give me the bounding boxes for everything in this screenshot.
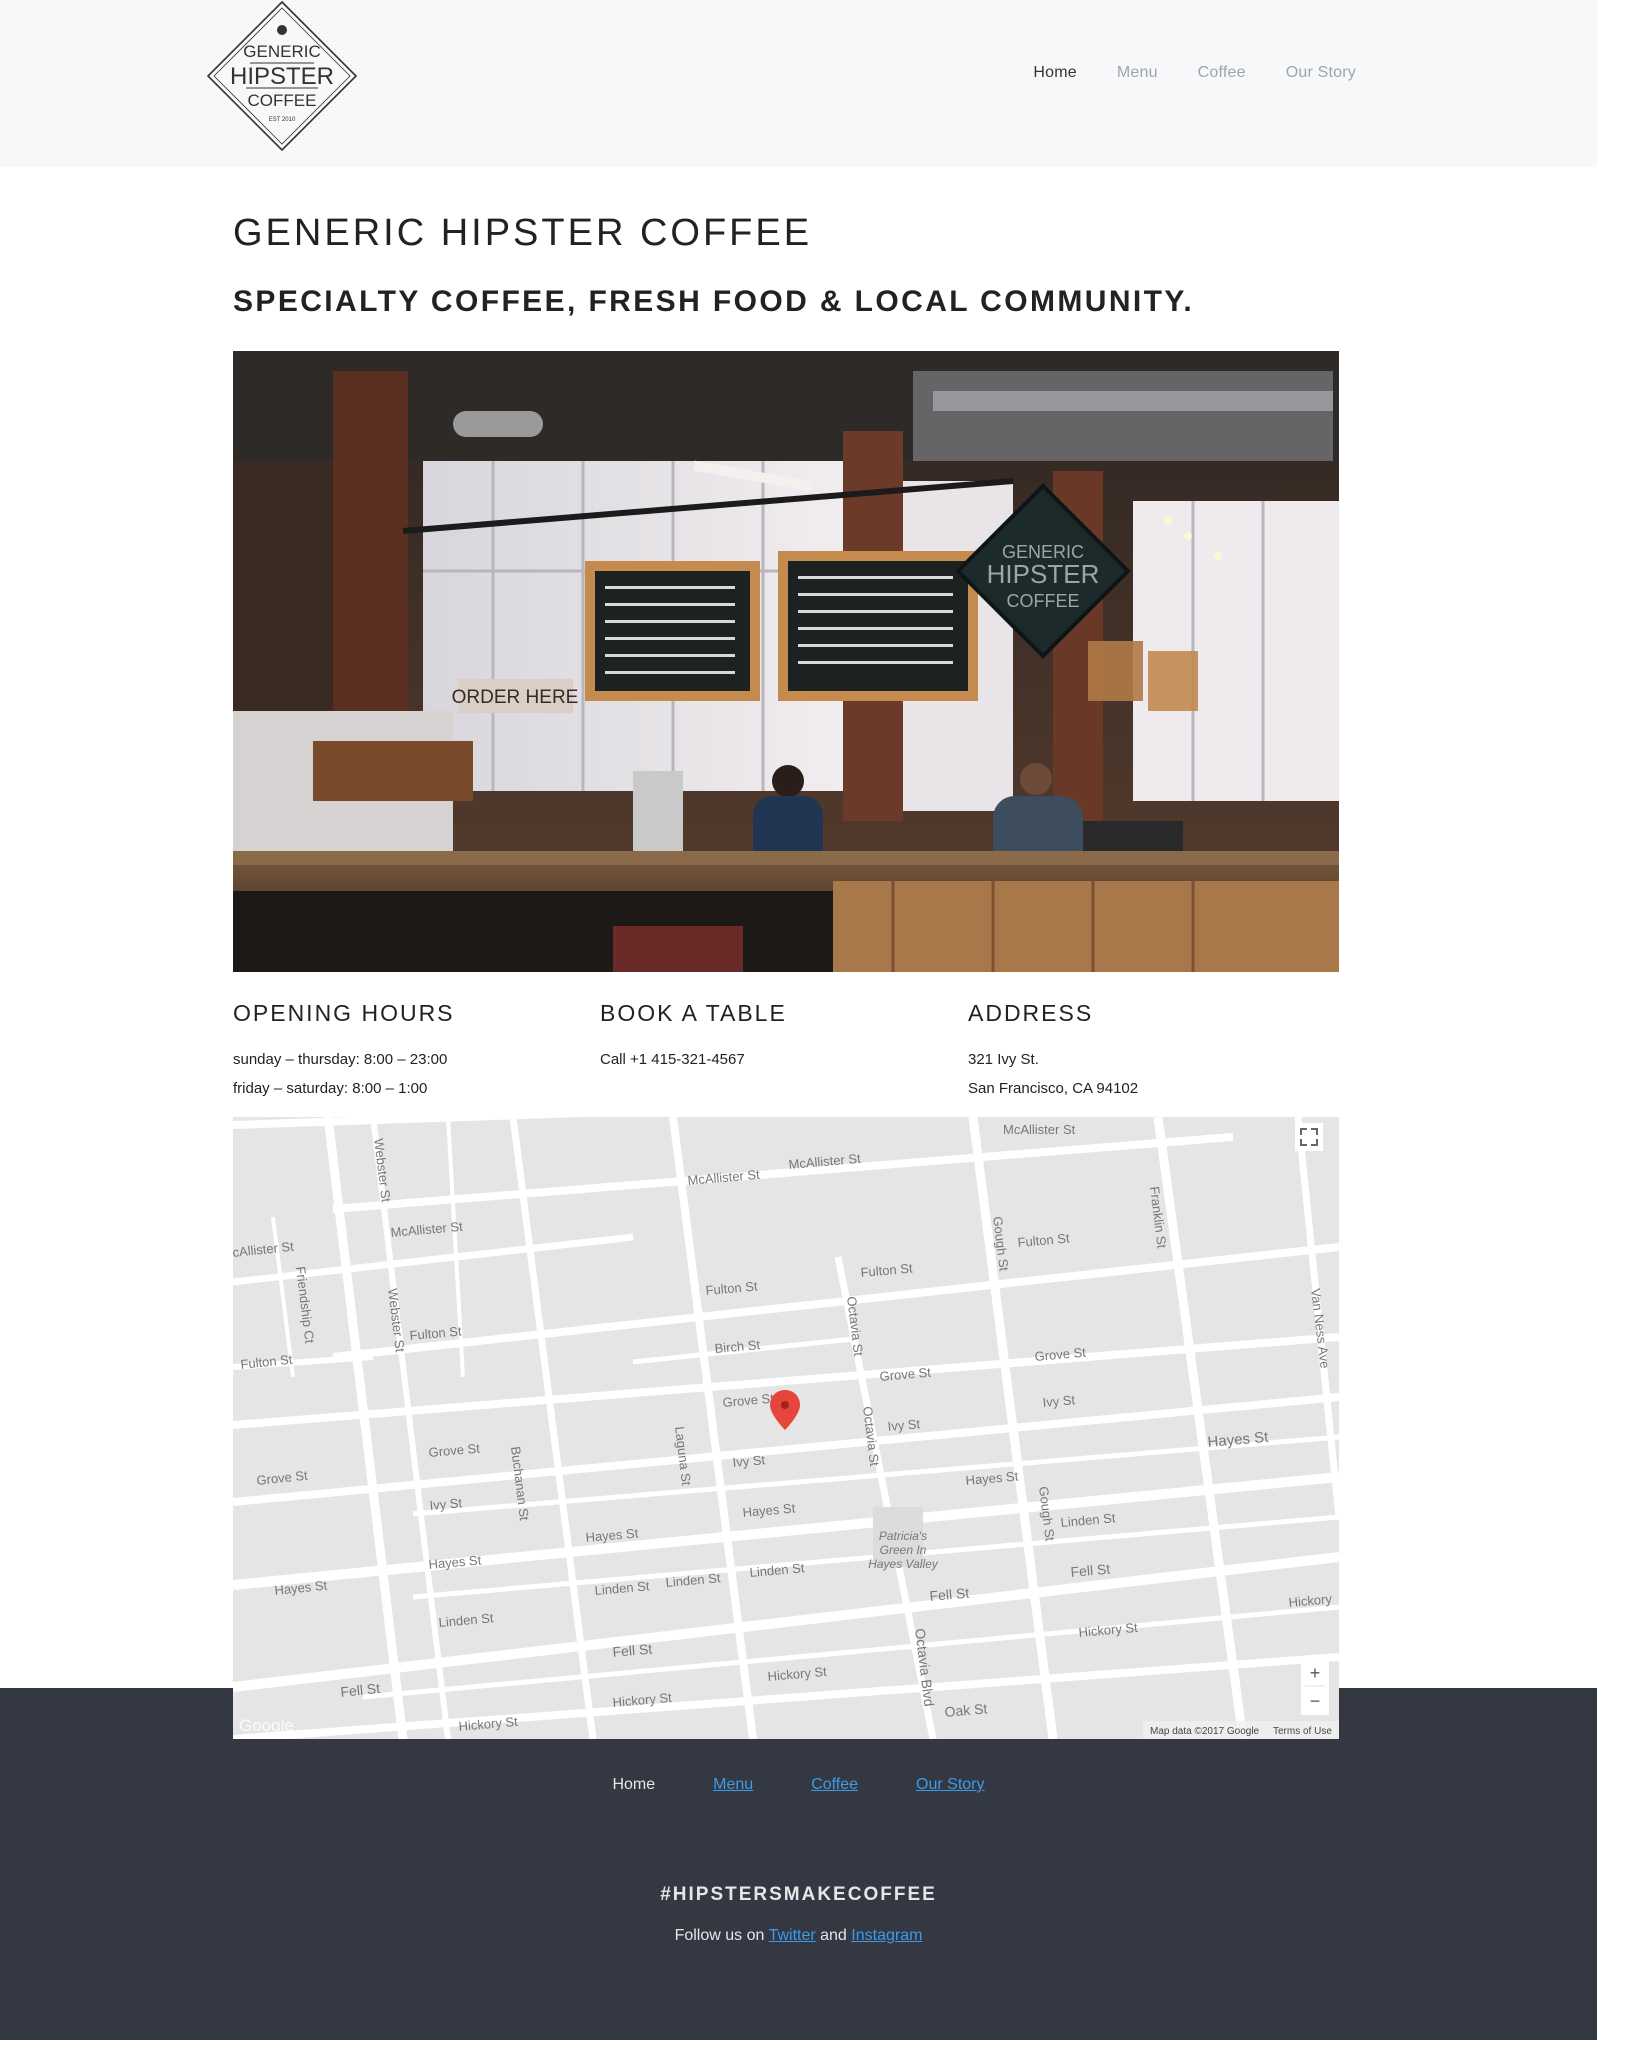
page-title: GENERIC HIPSTER COFFEE: [233, 212, 813, 254]
nav-our-story[interactable]: Our Story: [1286, 64, 1356, 82]
svg-text:McAllister St: McAllister St: [1003, 1122, 1076, 1137]
map[interactable]: Patricia's Green In Hayes Valley McAllis…: [233, 1117, 1339, 1739]
footer-nav-our-story[interactable]: Our Story: [916, 1776, 984, 1794]
svg-text:Ivy St: Ivy St: [1042, 1392, 1076, 1410]
address-heading: ADDRESS: [968, 1000, 1094, 1026]
nav-menu[interactable]: Menu: [1117, 64, 1158, 82]
follow-prefix: Follow us on: [674, 1927, 769, 1944]
instagram-link[interactable]: Instagram: [851, 1927, 922, 1944]
book-table-phone: Call +1 415-321-4567: [600, 1051, 745, 1068]
map-zoom-out-button: −: [1310, 1691, 1321, 1711]
book-table-heading: BOOK A TABLE: [600, 1000, 787, 1026]
logo-line1: GENERIC: [243, 42, 320, 61]
hero-image: GENERIC HIPSTER COFFEE ORDER HERE: [233, 351, 1339, 972]
svg-text:ORDER HERE: ORDER HERE: [452, 687, 579, 708]
menu-board-left: [585, 561, 760, 701]
opening-hours-heading: OPENING HOURS: [233, 1000, 455, 1026]
twitter-link[interactable]: Twitter: [769, 1927, 816, 1944]
map-zoom-in-button: +: [1310, 1663, 1321, 1683]
map-park-label-2: Green In: [880, 1543, 927, 1557]
menu-board-right: [778, 551, 978, 701]
footer-nav-menu[interactable]: Menu: [713, 1776, 753, 1794]
nav-coffee[interactable]: Coffee: [1198, 64, 1246, 82]
svg-text:Ivy St: Ivy St: [887, 1416, 921, 1434]
svg-text:HIPSTER: HIPSTER: [987, 559, 1100, 589]
map-attribution: Map data ©2017 Google: [1150, 1726, 1260, 1737]
main-nav: Home Menu Coffee Our Story: [1033, 64, 1356, 82]
logo-est: EST 2010: [269, 117, 296, 123]
footer-nav-coffee[interactable]: Coffee: [811, 1776, 858, 1794]
opening-hours-line1: sunday – thursday: 8:00 – 23:00: [233, 1051, 448, 1068]
address-line1: 321 Ivy St.: [968, 1051, 1039, 1068]
nav-home[interactable]: Home: [1033, 64, 1076, 82]
footer-nav-home[interactable]: Home: [612, 1776, 655, 1794]
address: ADDRESS 321 Ivy St. San Francisco, CA 94…: [968, 1000, 1138, 1103]
logo-line2: HIPSTER: [230, 63, 334, 90]
coffee-bean-icon: [277, 25, 287, 35]
map-terms-link: Terms of Use: [1273, 1726, 1332, 1737]
map-fullscreen-button[interactable]: [1295, 1123, 1323, 1151]
site-footer: [0, 1688, 1597, 2040]
site-header: GENERIC HIPSTER COFFEE EST 2010 Home Men…: [0, 0, 1597, 167]
opening-hours-line2: friday – saturday: 8:00 – 1:00: [233, 1080, 428, 1097]
address-line2: San Francisco, CA 94102: [968, 1080, 1139, 1097]
map-park-label-3: Hayes Valley: [868, 1557, 939, 1571]
opening-hours: OPENING HOURS sunday – thursday: 8:00 – …: [233, 1000, 455, 1103]
logo[interactable]: GENERIC HIPSTER COFFEE EST 2010: [206, 0, 358, 152]
svg-text:Ivy St: Ivy St: [732, 1452, 766, 1470]
map-zoom-control[interactable]: + −: [1301, 1657, 1329, 1715]
map-park-label-1: Patricia's: [879, 1529, 927, 1543]
logo-line3: COFFEE: [248, 91, 317, 110]
map-google-logo: Google: [239, 1716, 294, 1735]
footer-hashtag: #HIPSTERSMAKECOFFEE: [660, 1884, 937, 1905]
follow-and: and: [815, 1927, 852, 1944]
page-subtitle: SPECIALTY COFFEE, FRESH FOOD & LOCAL COM…: [233, 285, 1195, 318]
book-table: BOOK A TABLE Call +1 415-321-4567: [600, 1000, 787, 1074]
svg-text:COFFEE: COFFEE: [1006, 591, 1079, 611]
footer-follow: Follow us on Twitter and Instagram: [0, 1927, 1597, 1945]
svg-text:Ivy St: Ivy St: [429, 1495, 463, 1513]
footer-nav: Home Menu Coffee Our Story: [0, 1776, 1597, 1794]
